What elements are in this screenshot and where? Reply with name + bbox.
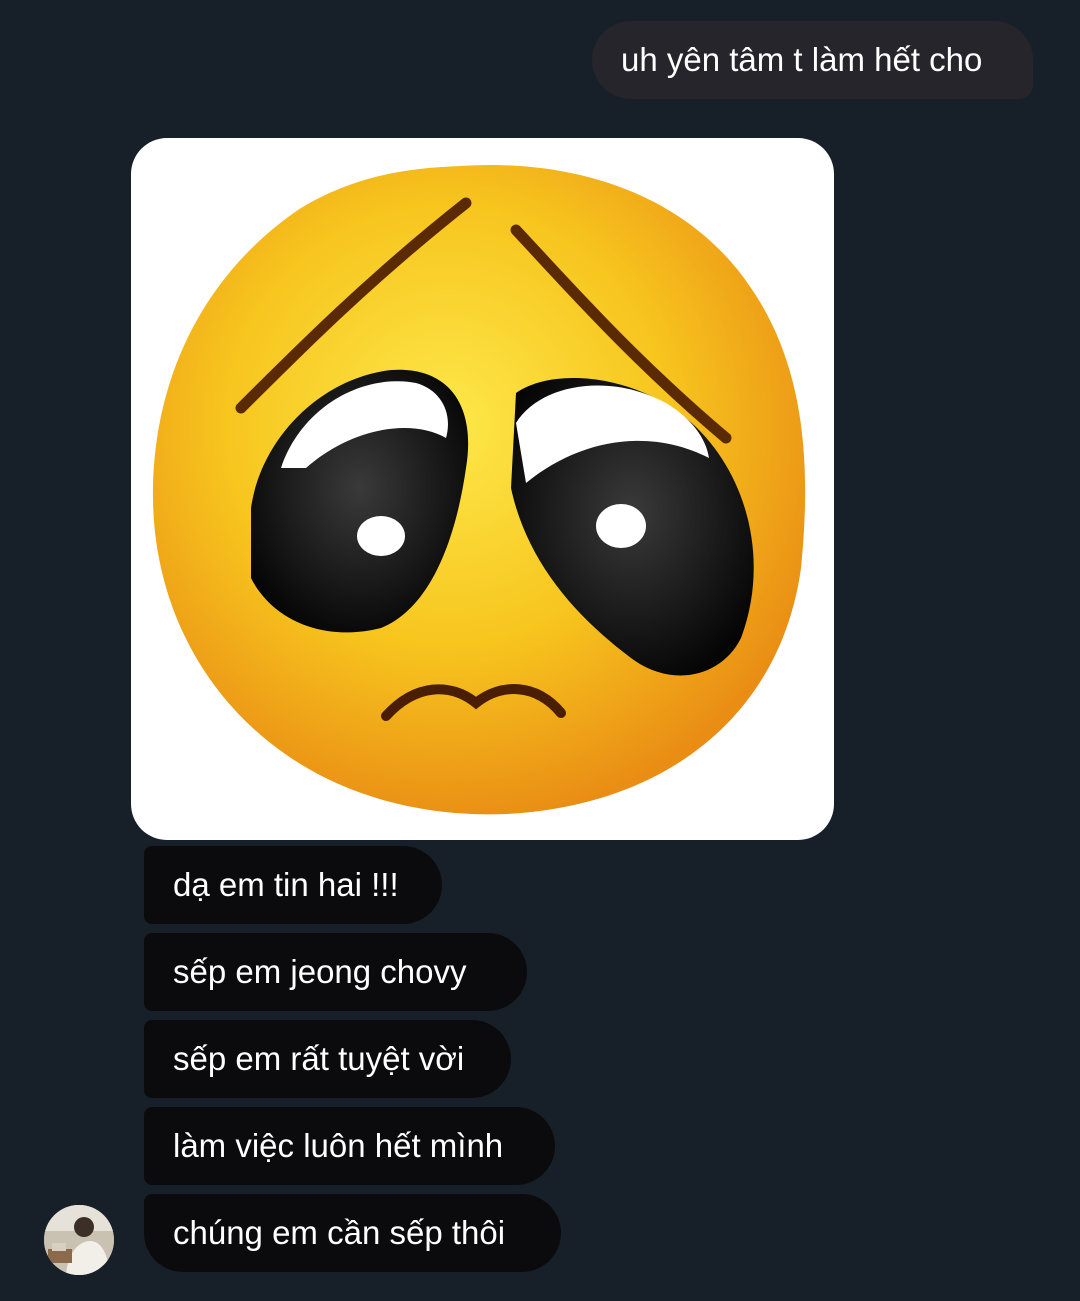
- incoming-message[interactable]: chúng em cần sếp thôi: [144, 1194, 561, 1272]
- image-message[interactable]: [131, 138, 834, 840]
- incoming-message[interactable]: làm việc luôn hết mình: [144, 1107, 555, 1185]
- message-text: làm việc luôn hết mình: [173, 1127, 504, 1164]
- incoming-message[interactable]: dạ em tin hai !!!: [144, 846, 442, 924]
- message-text: chúng em cần sếp thôi: [173, 1214, 506, 1251]
- message-text: sếp em rất tuyệt vời: [173, 1040, 465, 1077]
- incoming-message[interactable]: sếp em rất tuyệt vời: [144, 1020, 511, 1098]
- message-text: dạ em tin hai !!!: [173, 866, 399, 903]
- incoming-message[interactable]: sếp em jeong chovy: [144, 933, 527, 1011]
- user-avatar-photo-icon: [44, 1205, 114, 1275]
- pleading-face-emoji-icon: [152, 165, 806, 815]
- message-text: sếp em jeong chovy: [173, 953, 467, 990]
- outgoing-message[interactable]: uh yên tâm t làm hết cho: [592, 21, 1033, 99]
- avatar[interactable]: [44, 1205, 114, 1275]
- message-text: uh yên tâm t làm hết cho: [621, 41, 983, 78]
